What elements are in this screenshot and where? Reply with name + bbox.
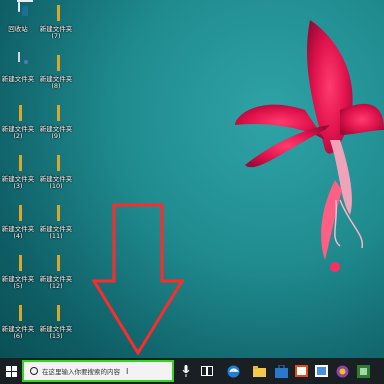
- desktop-icon-folder[interactable]: 新建文件夹 (13): [38, 304, 74, 340]
- desktop-icon-folder[interactable]: 新建文件夹 (8): [38, 54, 74, 90]
- desktop-icon-label: 回收站: [8, 25, 28, 33]
- folder-icon: [48, 254, 64, 274]
- desktop-icon-label: 新建文件夹 (13): [39, 325, 73, 340]
- desktop-icon-label: 新建文件夹: [1, 75, 35, 83]
- folder-icon: [48, 154, 64, 174]
- desktop-icon-folder[interactable]: 新建文件夹: [0, 52, 36, 83]
- desktop-icon-folder[interactable]: 新建文件夹 (3): [0, 154, 36, 190]
- desktop-icon-label: 新建文件夹 (7): [39, 25, 73, 40]
- desktop-icon-label: 新建文件夹 (2): [1, 125, 35, 140]
- search-placeholder: 在这里输入你要搜索的内容: [42, 368, 120, 376]
- desktop-icon-label: 新建文件夹 (10): [39, 175, 73, 190]
- edge-icon[interactable]: [226, 363, 240, 379]
- desktop-icon-label: 新建文件夹 (5): [1, 275, 35, 290]
- folder-icon: [48, 304, 64, 324]
- app-icon-1[interactable]: [294, 363, 308, 379]
- folder-icon: [48, 104, 64, 124]
- desktop-icon-folder[interactable]: 新建文件夹 (9): [38, 104, 74, 140]
- app-icon-3[interactable]: [335, 363, 349, 379]
- desktop-icon-label: 新建文件夹 (8): [39, 75, 73, 90]
- flower-wallpaper: [235, 20, 384, 272]
- recycle-bin-icon: [10, 2, 26, 24]
- desktop-icon-folder[interactable]: 新建文件夹 (10): [38, 154, 74, 190]
- store-icon[interactable]: [274, 363, 288, 379]
- desktop-icon-label: 新建文件夹 (11): [39, 225, 73, 240]
- folder-icon: [10, 204, 26, 224]
- windows-logo-icon: [5, 365, 17, 377]
- folder-icon: [10, 104, 26, 124]
- desktop-icon-label: 新建文件夹 (3): [1, 175, 35, 190]
- desktop-icon-folder[interactable]: 新建文件夹 (5): [0, 254, 36, 290]
- desktop-icon-folder[interactable]: 新建文件夹 (12): [38, 254, 74, 290]
- document-icon: [10, 52, 26, 74]
- search-box[interactable]: 在这里输入你要搜索的内容 I: [22, 360, 174, 382]
- text-cursor-icon: I: [126, 366, 129, 376]
- folder-icon: [10, 254, 26, 274]
- folder-icon: [10, 304, 26, 324]
- desktop-icon-recycle-bin[interactable]: 回收站: [0, 2, 36, 33]
- desktop-icon-label: 新建文件夹 (9): [39, 125, 73, 140]
- explorer-icon[interactable]: [252, 363, 266, 379]
- desktop-icon-label: 新建文件夹 (12): [39, 275, 73, 290]
- desktop-icon-folder[interactable]: 新建文件夹 (6): [0, 304, 36, 340]
- task-view-icon[interactable]: [201, 363, 213, 379]
- cortana-icon: [30, 367, 38, 375]
- folder-icon: [48, 204, 64, 224]
- folder-icon: [10, 154, 26, 174]
- start-button[interactable]: [0, 358, 22, 384]
- annotation-arrow: [92, 203, 184, 355]
- desktop-icon-label: 新建文件夹 (4): [1, 225, 35, 240]
- desktop-icon-folder[interactable]: 新建文件夹 (11): [38, 204, 74, 240]
- folder-icon: [48, 54, 64, 74]
- app-icon-4[interactable]: [356, 363, 370, 379]
- desktop-icon-folder[interactable]: 新建文件夹 (7): [38, 4, 74, 40]
- desktop-icon-folder[interactable]: 新建文件夹 (2): [0, 104, 36, 140]
- desktop-icon-label: 新建文件夹 (6): [1, 325, 35, 340]
- desktop: 回收站 新建文件夹 新建文件夹 (2) 新建文件夹 (3) 新建文件夹 (4) …: [0, 0, 384, 358]
- mic-icon[interactable]: [181, 363, 191, 379]
- folder-icon: [48, 4, 64, 24]
- desktop-icon-folder[interactable]: 新建文件夹 (4): [0, 204, 36, 240]
- app-icon-2[interactable]: [314, 363, 328, 379]
